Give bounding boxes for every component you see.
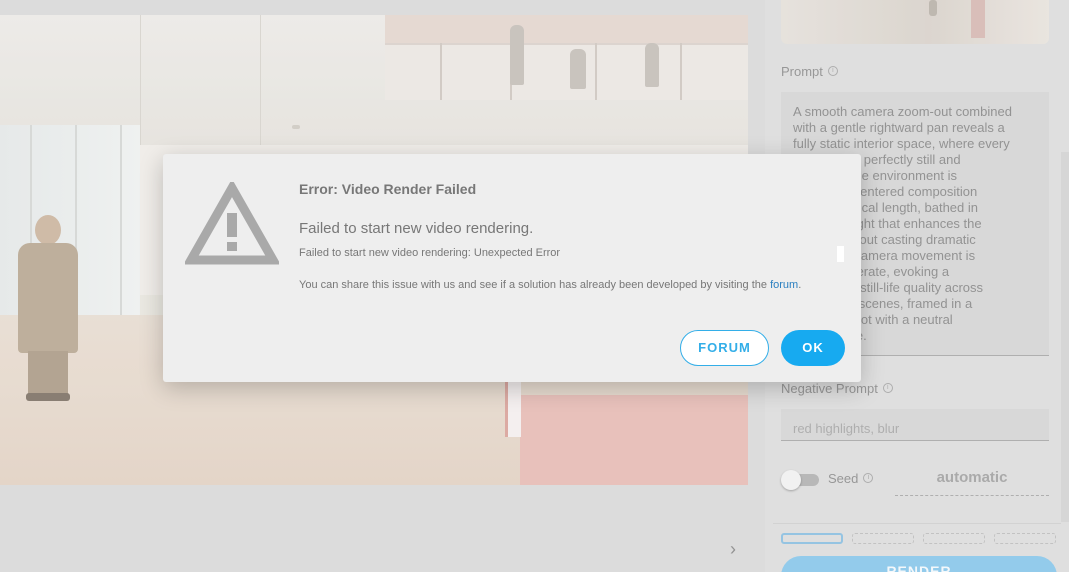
ok-button[interactable]: OK (781, 330, 845, 366)
dialog-error-detail: Failed to start new video rendering: Une… (299, 247, 561, 259)
dialog-heading: Failed to start new video rendering. (299, 220, 534, 237)
dialog-help-text: You can share this issue with us and see… (299, 279, 801, 291)
error-dialog: Error: Video Render Failed Failed to sta… (163, 154, 861, 382)
help-text-suffix: . (798, 279, 802, 291)
forum-button[interactable]: FORUM (680, 330, 769, 366)
forum-link[interactable]: forum (770, 279, 798, 291)
dialog-scroll-marker (837, 246, 844, 262)
dialog-title: Error: Video Render Failed (299, 181, 477, 197)
warning-triangle-icon (185, 182, 279, 265)
help-text-prefix: You can share this issue with us and see… (299, 279, 771, 291)
